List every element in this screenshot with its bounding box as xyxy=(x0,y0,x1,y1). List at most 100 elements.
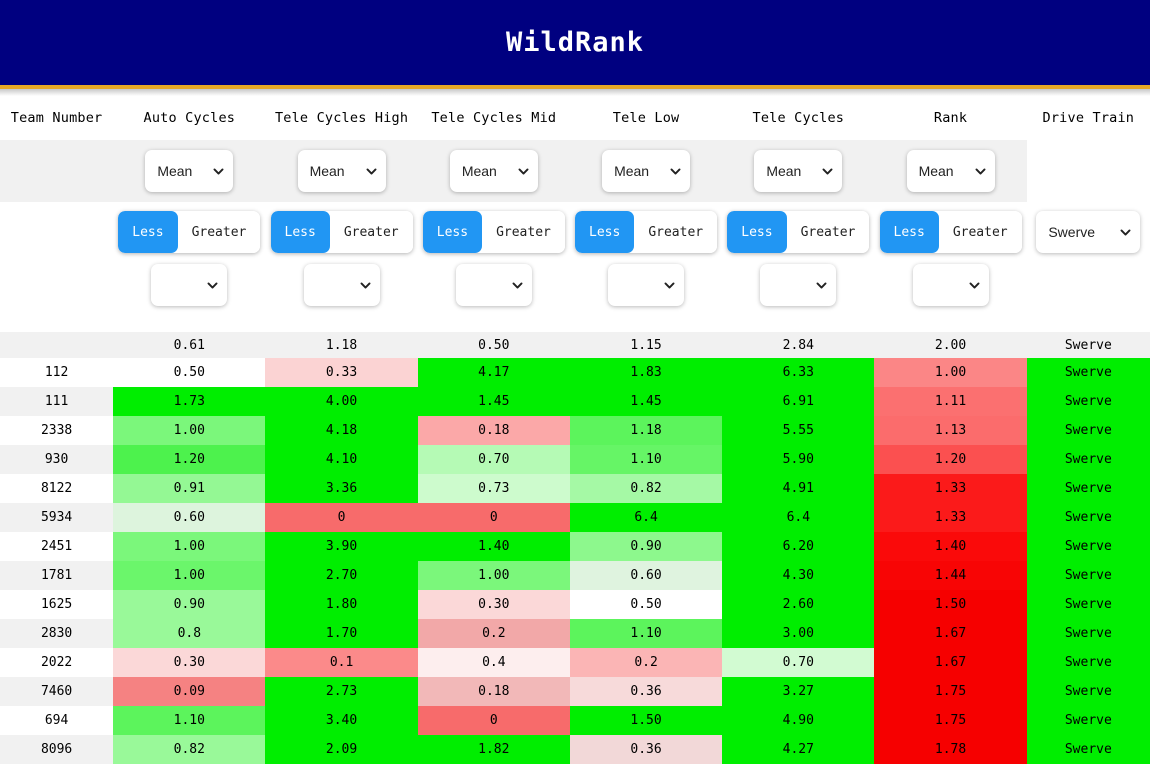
stat-select-tele_high[interactable]: Mean xyxy=(297,150,386,192)
cell-team-number: 7460 xyxy=(0,677,114,706)
table-row[interactable]: 7460 0.09 2.73 0.18 0.36 3.27 1.75 Swerve xyxy=(0,677,1150,706)
summary-row: 0.61 1.18 0.50 1.15 2.84 2.00 Swerve xyxy=(0,332,1150,358)
cell-drive: Swerve xyxy=(1026,706,1150,735)
comparator-toggle-3[interactable]: Less Greater xyxy=(575,211,718,253)
cell-tele_low: 1.45 xyxy=(569,387,723,416)
stat-cell-tele: Mean xyxy=(722,140,875,202)
summary-cell-rank: 2.00 xyxy=(874,332,1027,358)
stat-select-tele-value: Mean xyxy=(766,163,802,179)
comparator-less-option-5[interactable]: Less xyxy=(879,211,939,253)
table-row[interactable]: 8122 0.91 3.36 0.73 0.82 4.91 1.33 Swerve xyxy=(0,474,1150,503)
table-row[interactable]: 2451 1.00 3.90 1.40 0.90 6.20 1.40 Swerve xyxy=(0,532,1150,561)
stat-select-tele_low[interactable]: Mean xyxy=(602,150,691,192)
comparator-greater-option-1[interactable]: Greater xyxy=(329,211,413,253)
stat-select-row: Mean Mean Mean Mean Mean Mean xyxy=(0,140,1150,202)
cell-tele_high: 2.73 xyxy=(265,677,418,706)
table-row[interactable]: 112 0.50 0.33 4.17 1.83 6.33 1.00 Swerve xyxy=(0,358,1150,387)
table-row[interactable]: 1625 0.90 1.80 0.30 0.50 2.60 1.50 Swerve xyxy=(0,590,1150,619)
chevron-down-icon xyxy=(975,166,986,177)
table-row[interactable]: 8096 0.82 2.09 1.82 0.36 4.27 1.78 Swerve xyxy=(0,735,1150,764)
threshold-select-tele_high[interactable] xyxy=(303,264,380,306)
comparator-toggle-4[interactable]: Less Greater xyxy=(727,211,870,253)
summary-cell-tele_low: 1.15 xyxy=(569,332,723,358)
column-header-drive: Drive Train xyxy=(1026,96,1150,140)
comparator-greater-option-4[interactable]: Greater xyxy=(786,211,870,253)
threshold-select-tele[interactable] xyxy=(760,264,837,306)
cell-tele: 4.27 xyxy=(722,735,875,764)
stat-select-tele_mid[interactable]: Mean xyxy=(449,150,538,192)
cell-auto: 0.09 xyxy=(113,677,266,706)
summary-cell-auto: 0.61 xyxy=(113,332,266,358)
cell-tele: 6.91 xyxy=(722,387,875,416)
comparator-less-option-4[interactable]: Less xyxy=(727,211,787,253)
stat-select-tele[interactable]: Mean xyxy=(754,150,843,192)
table-row[interactable]: 5934 0.60 0 0 6.4 6.4 1.33 Swerve xyxy=(0,503,1150,532)
cell-auto: 0.8 xyxy=(113,619,266,648)
column-header-row: Team Number Auto Cycles Tele Cycles High Te… xyxy=(0,96,1150,140)
table-row[interactable]: 111 1.73 4.00 1.45 1.45 6.91 1.11 Swerve xyxy=(0,387,1150,416)
chevron-down-icon xyxy=(512,280,523,291)
comparator-toggle-2[interactable]: Less Greater xyxy=(422,211,565,253)
comparator-greater-option-0[interactable]: Greater xyxy=(177,211,261,253)
comparator-greater-option-3[interactable]: Greater xyxy=(634,211,718,253)
cell-team-number: 694 xyxy=(0,706,114,735)
banner-shadow xyxy=(0,89,1150,96)
comparator-less-option-0[interactable]: Less xyxy=(118,211,178,253)
table-row[interactable]: 2830 0.8 1.70 0.2 1.10 3.00 1.67 Swerve xyxy=(0,619,1150,648)
table-row[interactable]: 694 1.10 3.40 0 1.50 4.90 1.75 Swerve xyxy=(0,706,1150,735)
cell-rank: 1.33 xyxy=(874,474,1027,503)
comparator-less-option-2[interactable]: Less xyxy=(422,211,483,253)
cell-rank: 1.40 xyxy=(874,532,1027,561)
cell-auto: 1.73 xyxy=(113,387,266,416)
threshold-select-auto[interactable] xyxy=(151,264,228,306)
cell-drive: Swerve xyxy=(1026,445,1150,474)
comparator-greater-option-5[interactable]: Greater xyxy=(938,211,1022,253)
cell-rank: 1.78 xyxy=(874,735,1027,764)
cell-drive: Swerve xyxy=(1026,590,1150,619)
summary-cell-team xyxy=(0,332,114,358)
cell-team-number: 8096 xyxy=(0,735,114,764)
cell-drive: Swerve xyxy=(1026,503,1150,532)
table-row[interactable]: 930 1.20 4.10 0.70 1.10 5.90 1.20 Swerve xyxy=(0,445,1150,474)
chevron-down-icon xyxy=(670,166,681,177)
cell-tele_low: 0.36 xyxy=(569,677,723,706)
comparator-less-option-1[interactable]: Less xyxy=(270,211,330,253)
table-row[interactable]: 2338 1.00 4.18 0.18 1.18 5.55 1.13 Swerve xyxy=(0,416,1150,445)
cell-tele_low: 1.18 xyxy=(569,416,723,445)
cell-tele_mid: 0.18 xyxy=(417,677,570,706)
table-row[interactable]: 2022 0.30 0.1 0.4 0.2 0.70 1.67 Swerve xyxy=(0,648,1150,677)
column-header-tele_low: Tele Low xyxy=(569,96,723,140)
threshold-select-tele_low[interactable] xyxy=(608,264,685,306)
filter-cell-tele_mid: Less Greater xyxy=(417,202,570,332)
comparator-less-option-3[interactable]: Less xyxy=(575,211,635,253)
stat-select-tele_high-value: Mean xyxy=(309,163,345,179)
threshold-select-tele_mid[interactable] xyxy=(455,264,532,306)
threshold-select-rank[interactable] xyxy=(912,264,989,306)
cell-tele_high: 0.33 xyxy=(265,358,418,387)
cell-tele_mid: 0.70 xyxy=(417,445,570,474)
comparator-greater-option-2[interactable]: Greater xyxy=(482,211,565,253)
chevron-down-icon xyxy=(1120,227,1131,238)
app-banner: WildRank xyxy=(0,0,1150,85)
stat-select-auto[interactable]: Mean xyxy=(145,150,234,192)
cell-tele: 6.20 xyxy=(722,532,875,561)
filter-cell-tele_high: Less Greater xyxy=(265,202,418,332)
cell-tele_low: 6.4 xyxy=(569,503,723,532)
drive-train-filter-select[interactable]: Swerve xyxy=(1036,211,1141,253)
cell-team-number: 2451 xyxy=(0,532,114,561)
cell-rank: 1.33 xyxy=(874,503,1027,532)
cell-tele_high: 1.80 xyxy=(265,590,418,619)
stat-select-rank[interactable]: Mean xyxy=(906,150,995,192)
comparator-toggle-5[interactable]: Less Greater xyxy=(879,211,1022,253)
comparator-toggle-0[interactable]: Less Greater xyxy=(118,211,261,253)
cell-auto: 1.10 xyxy=(113,706,266,735)
stat-cell-auto: Mean xyxy=(113,140,266,202)
cell-team-number: 1625 xyxy=(0,590,114,619)
cell-tele_mid: 1.00 xyxy=(417,561,570,590)
cell-tele_mid: 0.30 xyxy=(417,590,570,619)
cell-tele_high: 2.70 xyxy=(265,561,418,590)
table-row[interactable]: 1781 1.00 2.70 1.00 0.60 4.30 1.44 Swerve xyxy=(0,561,1150,590)
chevron-down-icon xyxy=(366,166,377,177)
cell-auto: 0.50 xyxy=(113,358,266,387)
comparator-toggle-1[interactable]: Less Greater xyxy=(270,211,413,253)
